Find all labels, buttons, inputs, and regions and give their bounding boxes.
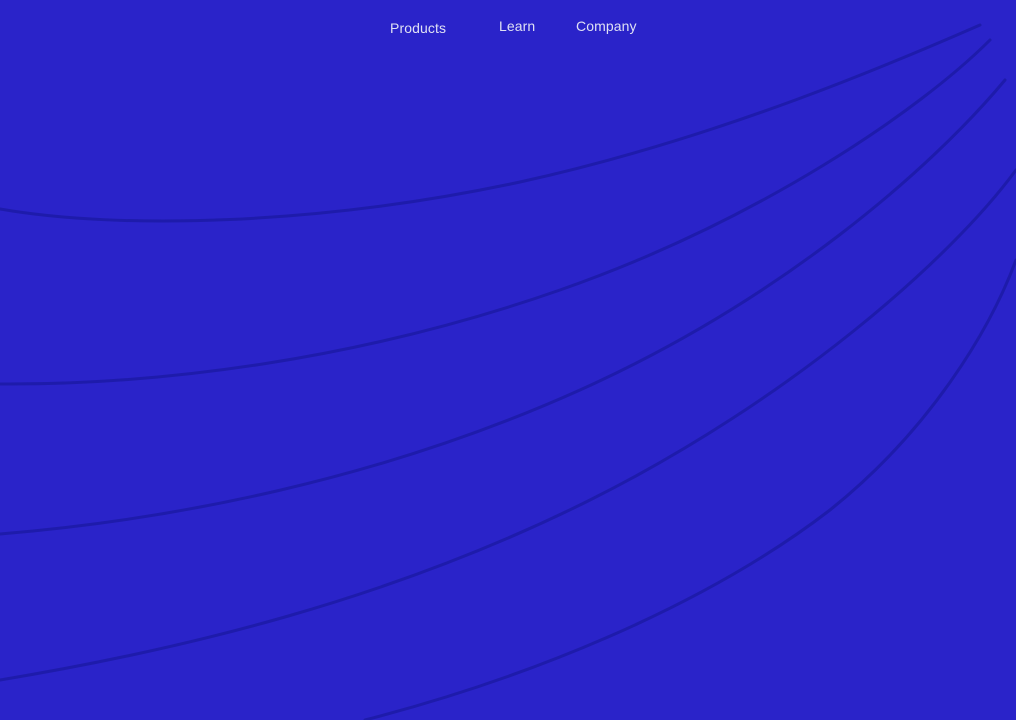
nav-link-company[interactable]: Company xyxy=(576,17,637,35)
background-curve xyxy=(363,258,1016,720)
nav-link-products[interactable]: Products xyxy=(390,19,446,37)
top-navigation: Products Learn Company xyxy=(0,0,1016,52)
background-curve xyxy=(0,38,992,386)
background-curve xyxy=(0,168,1016,682)
nav-link-learn[interactable]: Learn xyxy=(499,17,535,35)
background-curves xyxy=(0,23,1016,720)
background-curve xyxy=(0,23,982,223)
background-curve xyxy=(0,78,1007,536)
